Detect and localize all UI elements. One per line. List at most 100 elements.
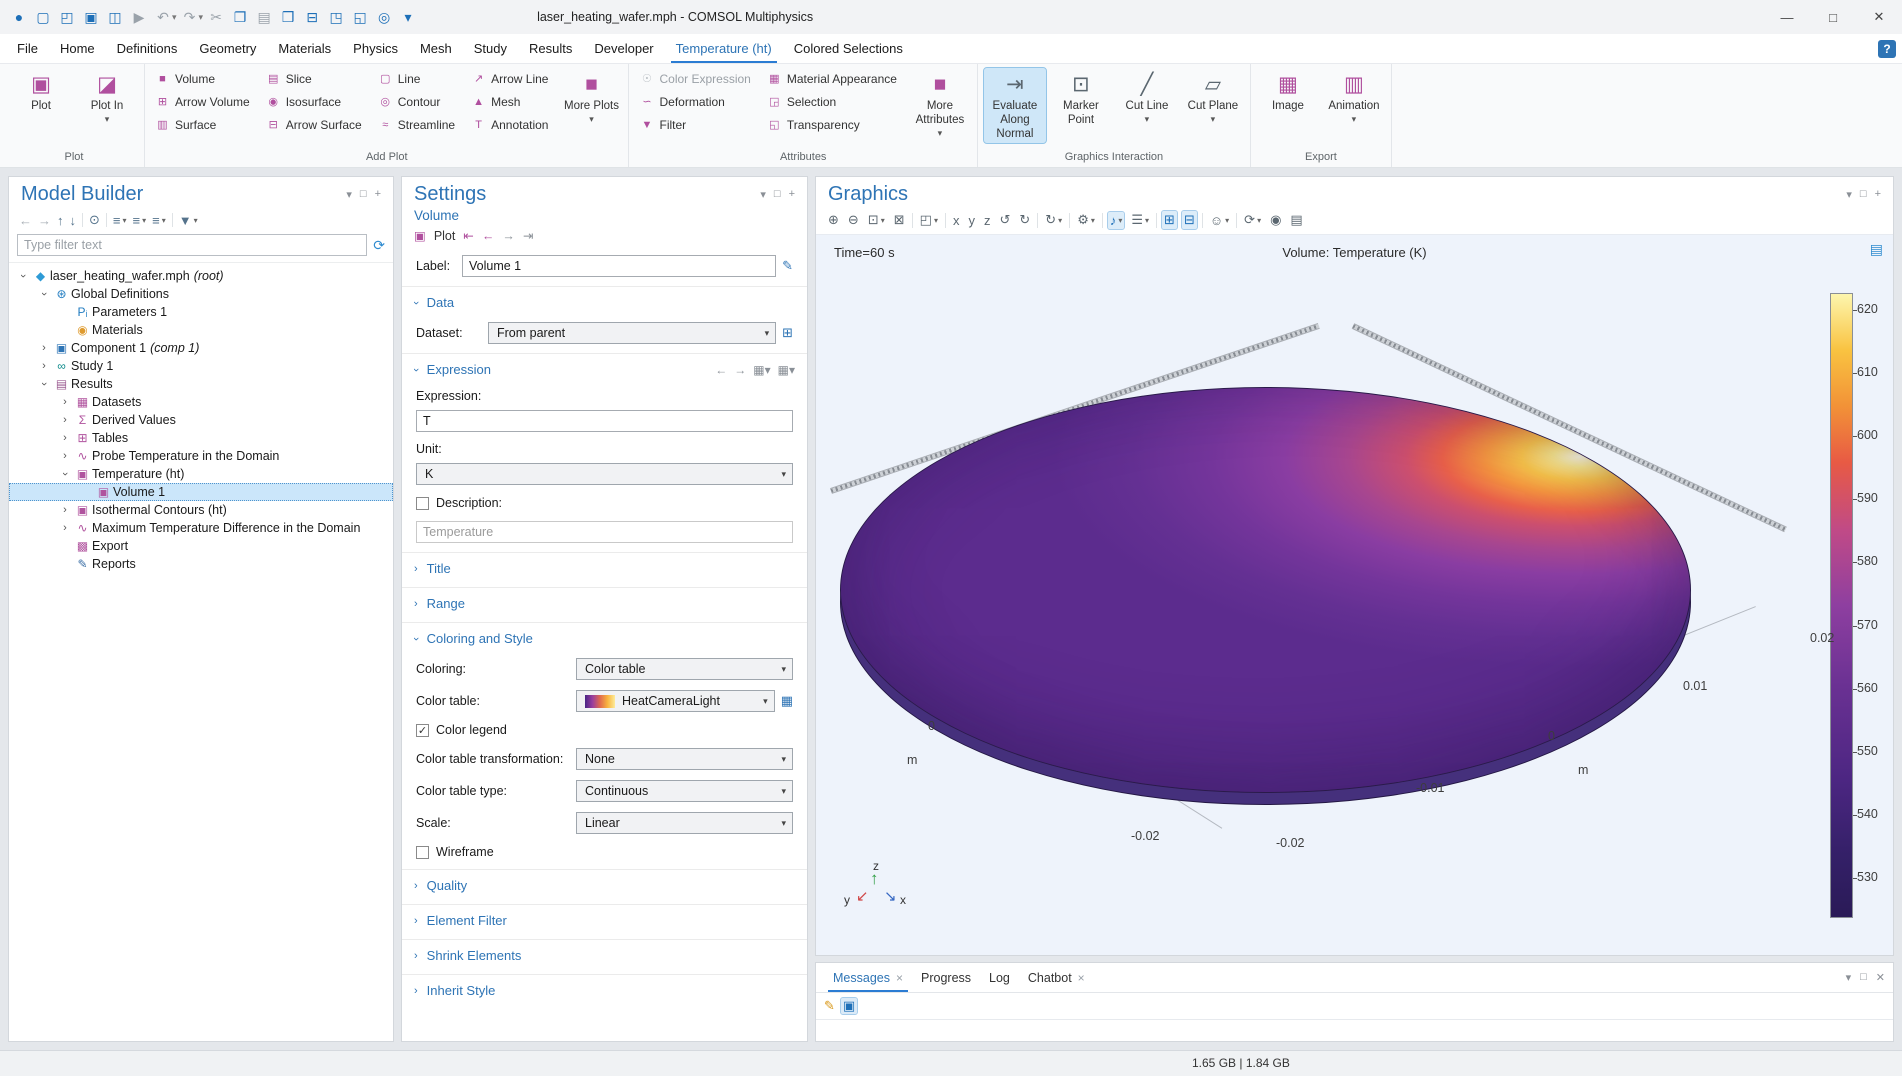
evaluate-along-normal-button[interactable]: ⇥Evaluate Along Normal xyxy=(984,68,1046,143)
zoom-in-icon[interactable]: ⊕ xyxy=(826,211,841,229)
show-icon[interactable]: ⊙ xyxy=(89,212,100,228)
tree-expander-icon[interactable]: › xyxy=(57,432,73,444)
tree-item-export[interactable]: ▩Export xyxy=(9,537,393,555)
snapshot-icon[interactable]: ◉ xyxy=(1268,211,1283,229)
refresh-icon[interactable]: ⟳ xyxy=(373,237,385,254)
plot-in-button[interactable]: ◪Plot In▾ xyxy=(76,68,138,127)
tree-item-datasets[interactable]: ›▦Datasets xyxy=(9,393,393,411)
paste-icon[interactable]: ▤ xyxy=(253,5,275,29)
zoom-extents-icon[interactable]: ⊠ xyxy=(892,211,907,229)
zoom-box-icon[interactable]: ⊡▾ xyxy=(866,211,887,229)
contour-button[interactable]: ◎Contour xyxy=(374,91,459,112)
close-button[interactable]: ✕ xyxy=(1856,0,1902,34)
panel-menu-icon[interactable]: ▾ xyxy=(760,188,766,201)
more-plots-button[interactable]: ■More Plots▾ xyxy=(560,68,622,127)
refresh-icon[interactable]: ↻▾ xyxy=(1043,211,1064,229)
plot-window-icon[interactable]: ⊟ xyxy=(1182,211,1197,229)
table-window-icon[interactable]: ⊞ xyxy=(1162,211,1177,229)
presenter-icon[interactable]: ☺▾ xyxy=(1208,212,1231,229)
tree-item-probe-temperature-in-the-domain[interactable]: ›∿Probe Temperature in the Domain xyxy=(9,447,393,465)
section-shrink-elements[interactable]: › Shrink Elements xyxy=(402,939,807,970)
panel-float-icon[interactable]: □ xyxy=(1860,188,1867,201)
tree-expander-icon[interactable]: › xyxy=(36,378,52,390)
color-table-type-select[interactable]: Continuous ▾ xyxy=(576,780,793,802)
line-button[interactable]: ▢Line xyxy=(374,68,459,89)
tree-expander-icon[interactable]: › xyxy=(57,450,73,462)
tree-expander-icon[interactable]: › xyxy=(57,468,73,480)
material-appearance-button[interactable]: ▦Material Appearance xyxy=(763,68,901,89)
rename-icon[interactable]: ✎ xyxy=(782,258,793,274)
filter-button[interactable]: ▼Filter xyxy=(635,114,754,135)
tree-item-study-1[interactable]: ›∞Study 1 xyxy=(9,357,393,375)
selection-button[interactable]: ◲Selection xyxy=(763,91,901,112)
clear-selection-icon[interactable]: ◱ xyxy=(349,5,371,29)
move-down-icon[interactable]: ↓ xyxy=(70,213,77,228)
sound-icon[interactable]: ♪▾ xyxy=(1108,212,1125,229)
section-range[interactable]: › Range xyxy=(402,587,807,618)
plot-button[interactable]: ▣Plot xyxy=(10,68,72,116)
menu-tab-definitions[interactable]: Definitions xyxy=(106,34,189,63)
more-attributes-button[interactable]: ■More Attributes▾ xyxy=(909,68,971,140)
chevron-down-icon[interactable]: ▾ xyxy=(199,12,204,23)
tree-item-results[interactable]: ›▤Results xyxy=(9,375,393,393)
select-box-icon[interactable]: ◳ xyxy=(325,5,347,29)
image-button[interactable]: ▦Image xyxy=(1257,68,1319,116)
tree-expander-icon[interactable]: › xyxy=(57,522,73,534)
menu-tab-physics[interactable]: Physics xyxy=(342,34,409,63)
tab-messages[interactable]: Messages× xyxy=(824,963,912,992)
zoom-out-icon[interactable]: ⊖ xyxy=(846,211,861,229)
panel-pin-icon[interactable]: + xyxy=(375,188,381,201)
delete-icon[interactable]: ⊟ xyxy=(301,5,323,29)
description-input[interactable] xyxy=(416,521,793,543)
tree-item-derived-values[interactable]: ›ΣDerived Values xyxy=(9,411,393,429)
back-icon[interactable]: ← xyxy=(19,213,32,228)
deformation-button[interactable]: ∽Deformation xyxy=(635,91,754,112)
color-table-select[interactable]: HeatCameraLight ▾ xyxy=(576,690,775,712)
tree-expander-icon[interactable]: › xyxy=(57,504,73,516)
streamline-button[interactable]: ≈Streamline xyxy=(374,114,459,135)
tree-expander-icon[interactable]: › xyxy=(36,288,52,300)
previous-expression-icon[interactable]: ← xyxy=(715,363,727,377)
menu-tab-colored-selections[interactable]: Colored Selections xyxy=(783,34,914,63)
rotate-left-icon[interactable]: ↺ xyxy=(997,211,1012,229)
menu-tab-developer[interactable]: Developer xyxy=(583,34,664,63)
menu-tab-mesh[interactable]: Mesh xyxy=(409,34,463,63)
panel-menu-icon[interactable]: ▾ xyxy=(1846,188,1852,201)
tree-item-laser-heating-wafer-mph[interactable]: ›◆laser_heating_wafer.mph(root) xyxy=(9,267,393,285)
filter-input[interactable] xyxy=(17,234,367,256)
slice-button[interactable]: ▤Slice xyxy=(262,68,366,89)
axis-plot-z-icon[interactable]: z xyxy=(982,212,993,229)
arrow-volume-button[interactable]: ⊞Arrow Volume xyxy=(151,91,254,112)
menu-tab-results[interactable]: Results xyxy=(518,34,583,63)
maximize-button[interactable]: □ xyxy=(1810,0,1856,34)
panel-float-icon[interactable]: □ xyxy=(360,188,367,201)
comsol-logo-icon[interactable]: ● xyxy=(8,5,30,29)
save-icon[interactable]: ▣ xyxy=(80,5,102,29)
tab-log[interactable]: Log xyxy=(980,963,1019,992)
rotate-right-icon[interactable]: ↻ xyxy=(1017,211,1032,229)
tree-item-parameters-1[interactable]: PᵢParameters 1 xyxy=(9,303,393,321)
tree-expander-icon[interactable]: › xyxy=(36,360,52,372)
update-icon[interactable]: ⟳▾ xyxy=(1242,211,1263,229)
animation-button[interactable]: ▥Animation▾ xyxy=(1323,68,1385,127)
collapse-all-icon[interactable]: ≡▾ xyxy=(133,213,147,228)
graphics-canvas[interactable]: Time=60 s Volume: Temperature (K) ▤ 6206… xyxy=(816,234,1893,955)
go-to-source-icon[interactable]: ⊞ xyxy=(782,325,793,341)
coloring-select[interactable]: Color table ▾ xyxy=(576,658,793,680)
arrow-line-button[interactable]: ↗Arrow Line xyxy=(467,68,552,89)
panel-pin-icon[interactable]: + xyxy=(789,188,795,201)
print-icon[interactable]: ▤ xyxy=(1288,211,1304,229)
last-plot-icon[interactable]: ⇥ xyxy=(523,228,533,243)
help-icon[interactable]: ? xyxy=(1878,40,1896,58)
label-input[interactable] xyxy=(462,255,776,277)
panel-pin-icon[interactable]: + xyxy=(1875,188,1881,201)
isosurface-button[interactable]: ◉Isosurface xyxy=(262,91,366,112)
section-coloring-style[interactable]: › Coloring and Style xyxy=(402,622,807,653)
window-layout-icon[interactable]: ☰▾ xyxy=(1129,211,1151,229)
tree-item-tables[interactable]: ›⊞Tables xyxy=(9,429,393,447)
tree-expander-icon[interactable]: › xyxy=(36,342,52,354)
menu-tab-study[interactable]: Study xyxy=(463,34,518,63)
section-quality[interactable]: › Quality xyxy=(402,869,807,900)
clear-messages-icon[interactable]: ✎ xyxy=(824,998,835,1014)
tree-item-component-1[interactable]: ›▣Component 1(comp 1) xyxy=(9,339,393,357)
